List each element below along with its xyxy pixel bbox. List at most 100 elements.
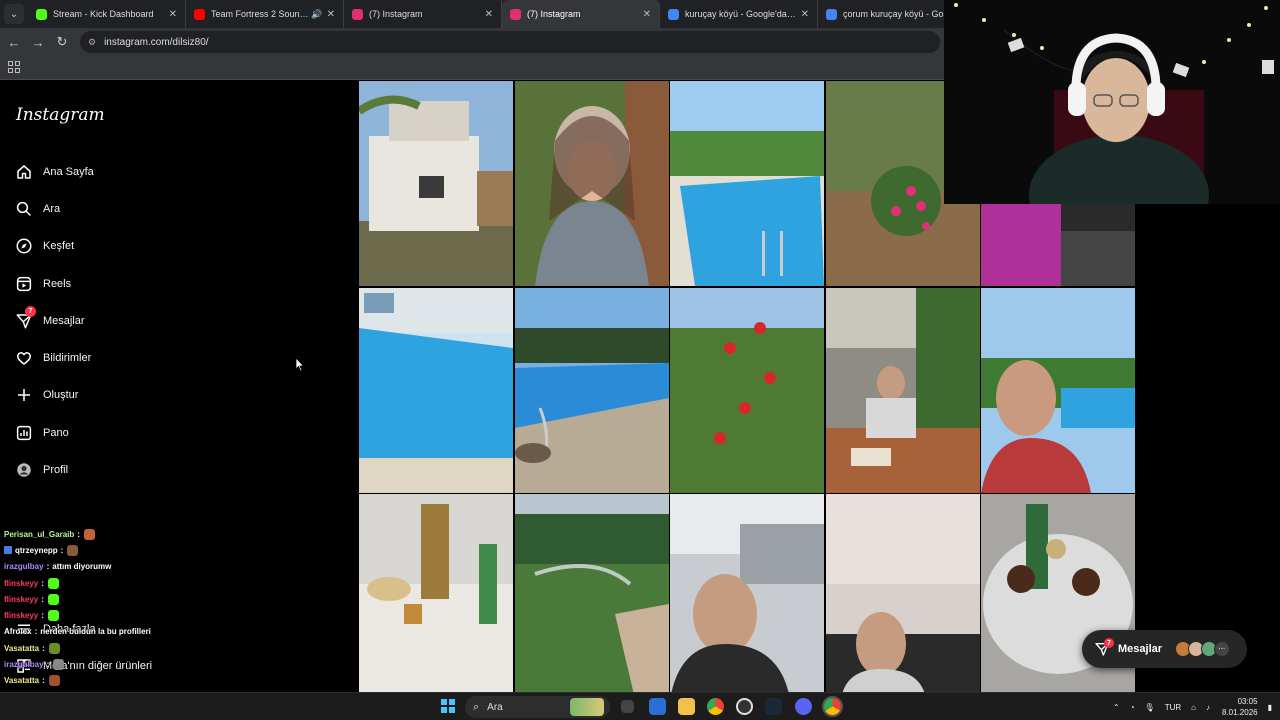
messages-pill[interactable]: 7 Mesajlar ··· [1082, 630, 1247, 668]
notification-badge: 7 [25, 306, 36, 318]
chat-separator: : [77, 529, 80, 539]
tab-favicon-icon [826, 8, 837, 20]
sidebar-item-search[interactable]: Ara [14, 190, 94, 227]
steam-icon[interactable] [765, 698, 782, 715]
apps-icon[interactable] [8, 61, 20, 73]
house-photo[interactable] [359, 81, 513, 286]
close-icon[interactable]: ✕ [485, 9, 493, 20]
kitchen-selfie-photo[interactable] [670, 494, 824, 699]
windows-taskbar: ⌕ Ara ⌃ ◔ 🎙 TUR ⌂ ♪ 03:05 8.01.2026 ▮ [0, 692, 1280, 720]
tab-search-button[interactable]: ⌄ [4, 4, 24, 24]
messages-pill-label: Mesajlar [1118, 643, 1163, 655]
chat-separator: : [41, 578, 44, 588]
system-tray: ⌃ ◔ 🎙 TUR ⌂ ♪ 03:05 8.01.2026 ▮ [1103, 693, 1272, 720]
reels-icon [14, 274, 34, 294]
browser-tab[interactable]: Team Fortress 2 Soundtrack🔊 ✕ [186, 0, 344, 28]
sidebar-item-heart[interactable]: Bildirimler [14, 339, 94, 376]
sidebar-item-profile[interactable]: Profil [14, 451, 94, 488]
chat-separator: : [41, 611, 44, 621]
notification-icon[interactable]: ▮ [1268, 703, 1272, 712]
tab-title: kuruçay köyü - Google'da Ara [685, 9, 797, 19]
instagram-logo[interactable]: Instagram [16, 105, 105, 125]
sidebar-item-label: Pano [43, 426, 69, 439]
chrome-icon[interactable] [707, 698, 724, 715]
chat-emote-icon [47, 593, 59, 605]
taskbar-search[interactable]: ⌕ Ara [465, 696, 610, 718]
file-explorer-icon[interactable] [678, 698, 695, 715]
url-input[interactable]: ⚙ instagram.com/dilsiz80/ [80, 31, 940, 53]
task-view-icon[interactable] [621, 700, 634, 713]
chat-username: irazgulbay [4, 562, 44, 572]
microphone-icon[interactable]: 🎙 [1145, 703, 1155, 712]
screen: ⌄ Stream - Kick Dashboard ✕ Team Fortress … [0, 0, 1280, 720]
pool-palms-photo[interactable] [670, 81, 824, 286]
pool-ladder-photo[interactable] [514, 287, 669, 493]
sidebar-item-label: Bildirimler [43, 352, 92, 365]
tea-tray-photo[interactable] [981, 494, 1135, 699]
obs-icon[interactable] [736, 698, 753, 715]
tab-title: Team Fortress 2 Soundtrack [211, 9, 309, 19]
volume-icon[interactable]: ♪ [1206, 703, 1210, 712]
garden-sprinkler-photo[interactable] [514, 494, 669, 699]
chat-username: qtrzeynepp [15, 545, 58, 555]
tab-favicon-icon [194, 8, 205, 20]
reload-icon[interactable]: ↻ [52, 32, 72, 52]
store-icon[interactable] [649, 698, 666, 715]
browser-tab[interactable]: (7) Instagram ✕ [502, 0, 660, 28]
chat-username: flinskeyy [4, 611, 39, 621]
sidebar-item-dashboard[interactable]: Pano [14, 414, 94, 451]
selfie-pool-photo[interactable] [981, 287, 1135, 493]
browser-tab[interactable]: Stream - Kick Dashboard ✕ [28, 0, 186, 28]
table-bottles-photo[interactable] [359, 494, 513, 699]
sidebar-item-plus[interactable]: Oluştur [14, 377, 94, 414]
discord-icon[interactable] [795, 698, 812, 715]
chat-message: qtrzeynepp: [4, 542, 264, 558]
chat-emote-icon [67, 544, 79, 556]
sidebar-item-home[interactable]: Ana Sayfa [14, 153, 94, 190]
clock[interactable]: 03:05 8.01.2026 [1222, 696, 1258, 718]
tab-title: (7) Instagram [527, 9, 581, 19]
browser-tab[interactable]: (7) Instagram ✕ [344, 0, 502, 28]
chat-separator: : [41, 594, 44, 604]
sidebar-item-reels[interactable]: Reels [14, 265, 94, 302]
chat-username: Perisan_ul_Garaib [4, 529, 75, 539]
chrome-active-icon[interactable] [824, 698, 841, 715]
chat-emote-icon [47, 610, 59, 622]
close-icon[interactable]: ✕ [801, 9, 809, 20]
browser-tab[interactable]: kuruçay köyü - Google'da Ara ✕ [660, 0, 818, 28]
pool-building-photo[interactable] [359, 287, 513, 493]
chat-separator: : [34, 627, 38, 637]
restaurant-man-photo[interactable] [825, 287, 980, 493]
chevron-up-icon[interactable]: ⌃ [1113, 703, 1120, 712]
message-avatars: ··· [1175, 641, 1230, 657]
language-indicator[interactable]: TUR [1165, 703, 1181, 712]
close-icon[interactable]: ✕ [327, 9, 335, 20]
car-selfie-photo[interactable] [825, 494, 980, 699]
search-icon [14, 199, 34, 219]
back-icon[interactable]: ← [4, 32, 24, 52]
start-button[interactable] [441, 699, 455, 713]
search-highlight-image [570, 698, 604, 716]
chat-emote-icon [48, 675, 60, 687]
old-woman-photo[interactable] [514, 81, 669, 286]
wifi-icon[interactable]: ⌂ [1191, 703, 1196, 712]
chat-username: Vasatatta [4, 643, 40, 653]
url-text: instagram.com/dilsiz80/ [104, 36, 209, 48]
tab-favicon-icon [352, 8, 363, 20]
chat-emote-icon [53, 659, 65, 671]
close-icon[interactable]: ✕ [643, 9, 651, 20]
site-info-icon[interactable]: ⚙ [88, 37, 96, 48]
sidebar-item-label: Profil [43, 464, 69, 477]
tab-favicon-icon [510, 8, 521, 20]
speaker-icon[interactable]: 🔊 [311, 9, 322, 20]
close-icon[interactable]: ✕ [169, 9, 177, 20]
sidebar-item-messenger[interactable]: 7 Mesajlar [14, 302, 94, 339]
network-icon[interactable]: ◔ [1130, 703, 1135, 712]
forward-icon[interactable]: → [28, 32, 48, 52]
chat-username: irazgulbay [4, 660, 44, 670]
mouse-cursor-icon [295, 357, 305, 372]
chat-username: Afrolex [4, 627, 32, 637]
red-flowers-photo[interactable] [670, 287, 824, 493]
sidebar-item-compass[interactable]: Keşfet [14, 228, 94, 265]
messages-pill-badge: 7 [1104, 638, 1114, 648]
